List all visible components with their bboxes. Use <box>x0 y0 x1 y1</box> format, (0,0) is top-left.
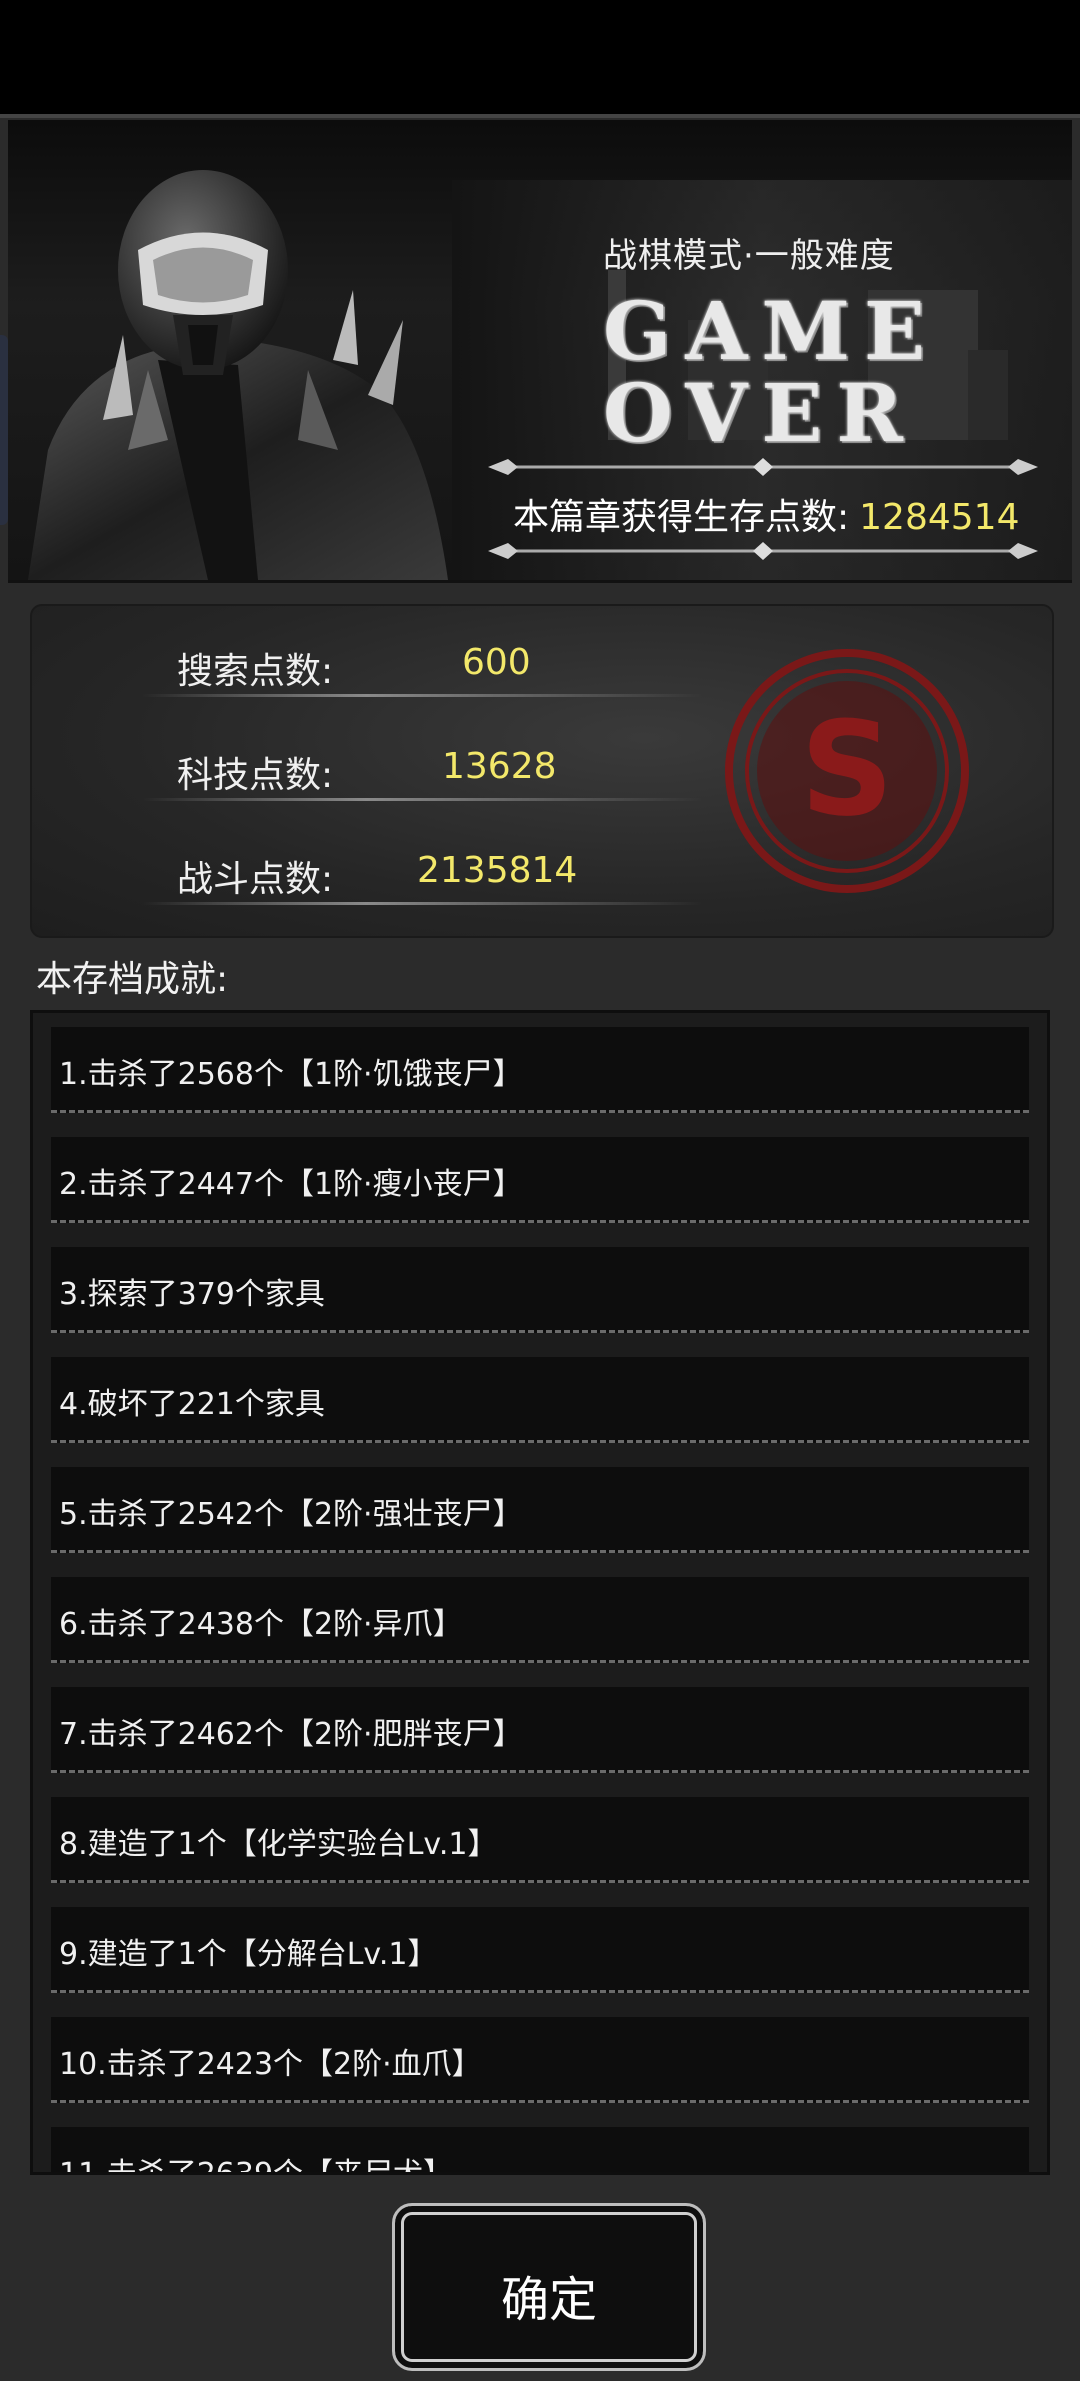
list-item: 10.击杀了2423个【2阶·血爪】 <box>51 2017 1029 2103</box>
battle-points-value: 2135814 <box>417 850 578 891</box>
points-panel: 搜索点数: 600 科技点数: 13628 战斗点数: 2135814 S <box>30 604 1054 938</box>
confirm-button-label: 确定 <box>500 2272 597 2328</box>
survival-value: 1284514 <box>859 497 1020 538</box>
search-points-value: 600 <box>462 642 531 683</box>
search-points-label: 搜索点数: <box>177 651 334 692</box>
survival-label: 本篇章获得生存点数: <box>513 497 850 538</box>
game-over-line2: OVER <box>603 366 917 460</box>
game-over-banner: 战棋模式·一般难度 GAME OVER 本篇章获得生存点数: 1284514 <box>8 120 1072 583</box>
game-over-title: GAME OVER <box>603 290 933 454</box>
tech-points-label: 科技点数: <box>177 755 334 796</box>
list-item: 5.击杀了2542个【2阶·强壮丧尸】 <box>51 1467 1029 1553</box>
side-edge-tab <box>0 335 8 525</box>
achievement-text: 10.击杀了2423个【2阶·血爪】 <box>59 2047 482 2082</box>
list-item: 1.击杀了2568个【1阶·饥饿丧尸】 <box>51 1027 1029 1113</box>
confirm-button[interactable]: 确定 <box>392 2203 706 2371</box>
ornament-bottom <box>488 542 1038 560</box>
achievement-text: 7.击杀了2462个【2阶·肥胖丧尸】 <box>59 1717 523 1752</box>
tech-points-value: 13628 <box>442 746 557 787</box>
achievement-text: 8.建造了1个【化学实验台Lv.1】 <box>59 1827 498 1862</box>
achievement-text: 4.破坏了221个家具 <box>59 1387 325 1422</box>
soldier-portrait <box>28 170 448 580</box>
list-item: 9.建造了1个【分解台Lv.1】 <box>51 1907 1029 1993</box>
list-item: 8.建造了1个【化学实验台Lv.1】 <box>51 1797 1029 1883</box>
list-item: 2.击杀了2447个【1阶·瘦小丧尸】 <box>51 1137 1029 1223</box>
achievements-title: 本存档成就: <box>36 959 229 1000</box>
achievement-text: 2.击杀了2447个【1阶·瘦小丧尸】 <box>59 1167 523 1202</box>
list-item: 11.击杀了2639个【丧尸犬】 <box>51 2127 1029 2175</box>
badge-letter: S <box>800 693 894 845</box>
survival-points: 本篇章获得生存点数: 1284514 <box>513 488 1019 540</box>
game-mode-label: 战棋模式·一般难度 <box>603 236 895 276</box>
battle-points-label: 战斗点数: <box>177 859 334 900</box>
divider <box>142 902 702 905</box>
list-item: 6.击杀了2438个【2阶·异爪】 <box>51 1577 1029 1663</box>
game-over-line1: GAME <box>603 284 939 378</box>
achievement-text: 1.击杀了2568个【1阶·饥饿丧尸】 <box>59 1057 523 1092</box>
divider <box>142 798 702 801</box>
achievement-text: 6.击杀了2438个【2阶·异爪】 <box>59 1607 463 1642</box>
achievement-text: 5.击杀了2542个【2阶·强壮丧尸】 <box>59 1497 523 1532</box>
ornament-top <box>488 458 1038 476</box>
achievement-text: 11.击杀了2639个【丧尸犬】 <box>59 2157 454 2175</box>
divider <box>142 694 702 697</box>
s-rank-badge-icon: S <box>725 649 969 893</box>
achievements-list[interactable]: 1.击杀了2568个【1阶·饥饿丧尸】 2.击杀了2447个【1阶·瘦小丧尸】 … <box>30 1010 1050 2175</box>
achievement-text: 9.建造了1个【分解台Lv.1】 <box>59 1937 438 1972</box>
achievement-text: 3.探索了379个家具 <box>59 1277 325 1312</box>
list-item: 7.击杀了2462个【2阶·肥胖丧尸】 <box>51 1687 1029 1773</box>
list-item: 3.探索了379个家具 <box>51 1247 1029 1333</box>
list-item: 4.破坏了221个家具 <box>51 1357 1029 1443</box>
